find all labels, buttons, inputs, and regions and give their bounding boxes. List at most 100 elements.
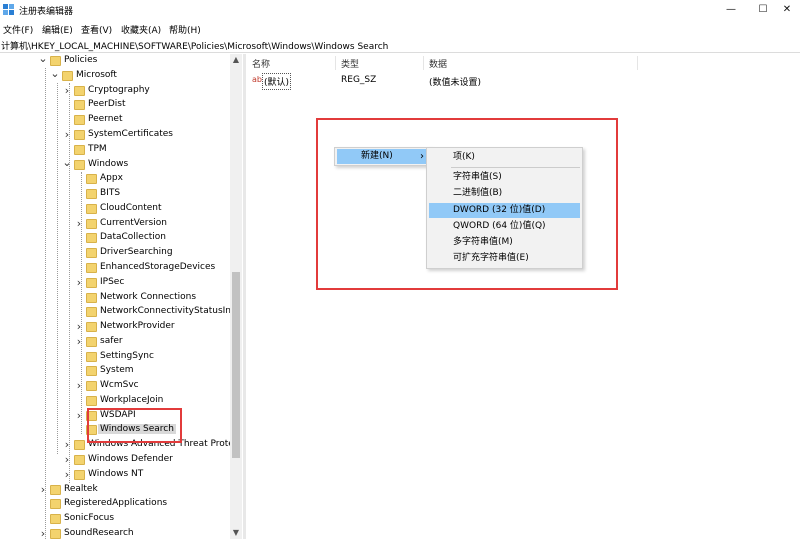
chevron-right-icon[interactable]: › (62, 453, 72, 467)
tree-item-bits[interactable]: BITS (0, 187, 230, 202)
tree-item-label: Windows Defender (88, 454, 173, 464)
tree-item-windows-nt[interactable]: › Windows NT (0, 468, 230, 483)
tree-item-sonicfocus[interactable]: SonicFocus (0, 512, 230, 527)
menu-bar: 文件(F) 编辑(E) 查看(V) 收藏夹(A) 帮助(H) (0, 21, 800, 37)
tree-item-cloudcontent[interactable]: CloudContent (0, 202, 230, 217)
tree-item-label: NetworkProvider (100, 321, 175, 331)
chevron-down-icon[interactable]: ⌄ (62, 157, 72, 168)
scroll-down-arrow-icon[interactable]: ▼ (230, 527, 242, 539)
value-data: (数值未设置) (429, 78, 482, 88)
tree-item-appx[interactable]: Appx (0, 172, 230, 187)
tree-item-label: EnhancedStorageDevices (100, 262, 216, 272)
tree-item-wcmsvc[interactable]: › WcmSvc (0, 379, 230, 394)
column-header-name[interactable]: 名称 (252, 57, 270, 70)
minimize-button[interactable]: — (716, 2, 746, 18)
registry-tree: ⌄ Policies ⌄ Microsoft › Cryptography Pe… (0, 54, 243, 539)
submenu-dword-value[interactable]: DWORD (32 位)值(D) (429, 203, 580, 218)
chevron-right-icon[interactable]: › (62, 128, 72, 142)
tree-item-settingsync[interactable]: SettingSync (0, 350, 230, 365)
tree-item-networkconnectivitystatusindicator[interactable]: NetworkConnectivityStatusIndi (0, 305, 230, 320)
tree-item-ipsec[interactable]: › IPSec (0, 276, 230, 291)
chevron-right-icon: › (420, 151, 424, 162)
chevron-right-icon[interactable]: › (74, 320, 84, 334)
scroll-up-arrow-icon[interactable]: ▲ (230, 54, 242, 66)
submenu-multi-string-value[interactable]: 多字符串值(M) (429, 235, 580, 250)
column-divider[interactable] (335, 56, 336, 70)
submenu-expandable-string-value[interactable]: 可扩充字符串值(E) (429, 251, 580, 266)
chevron-right-icon[interactable]: › (74, 409, 84, 423)
column-divider[interactable] (423, 56, 424, 70)
chevron-right-icon[interactable]: › (74, 276, 84, 290)
chevron-right-icon[interactable]: › (62, 84, 72, 98)
folder-icon (50, 485, 61, 495)
tree-item-datacollection[interactable]: DataCollection (0, 231, 230, 246)
submenu-binary-value-label: 二进制值(B) (453, 188, 503, 198)
column-divider[interactable] (637, 56, 638, 70)
chevron-right-icon[interactable]: › (62, 468, 72, 482)
value-name-default[interactable]: (默认) (262, 73, 292, 90)
tree-item-workplacejoin[interactable]: WorkplaceJoin (0, 394, 230, 409)
chevron-right-icon[interactable]: › (38, 527, 48, 539)
tree-item-networkprovider[interactable]: › NetworkProvider (0, 320, 230, 335)
address-path: 计算机\HKEY_LOCAL_MACHINE\SOFTWARE\Policies… (1, 42, 389, 52)
folder-icon (74, 145, 85, 155)
chevron-down-icon[interactable]: ⌄ (38, 54, 48, 64)
context-menu: 新建(N) › (334, 147, 432, 166)
tree-item-label: Peernet (88, 114, 123, 124)
chevron-right-icon[interactable]: › (38, 483, 48, 497)
menu-help[interactable]: 帮助(H) (169, 23, 201, 36)
folder-icon (74, 115, 85, 125)
tree-item-label: Windows NT (88, 469, 144, 479)
tree-item-label: Policies (64, 55, 98, 65)
address-bar[interactable]: 计算机\HKEY_LOCAL_MACHINE\SOFTWARE\Policies… (0, 38, 800, 53)
submenu-binary-value[interactable]: 二进制值(B) (429, 186, 580, 201)
tree-item-network-connections[interactable]: Network Connections (0, 291, 230, 306)
context-menu-new-label: 新建(N) (361, 151, 393, 161)
submenu-key[interactable]: 项(K) (429, 150, 580, 165)
tree-item-cryptography[interactable]: › Cryptography (0, 84, 230, 99)
tree-item-windows[interactable]: ⌄ Windows (0, 157, 230, 173)
folder-icon (86, 381, 97, 391)
tree-item-microsoft[interactable]: ⌄ Microsoft (0, 68, 230, 84)
scroll-thumb[interactable] (232, 272, 240, 458)
context-menu-new[interactable]: 新建(N) › (337, 149, 429, 164)
tree-item-windows-defender[interactable]: › Windows Defender (0, 453, 230, 468)
menu-file[interactable]: 文件(F) (3, 23, 33, 36)
folder-icon (86, 366, 97, 376)
menu-view[interactable]: 查看(V) (81, 23, 112, 36)
tree-item-peernet[interactable]: Peernet (0, 113, 230, 128)
menu-edit[interactable]: 编辑(E) (42, 23, 73, 36)
tree-item-label: WcmSvc (100, 380, 139, 390)
tree-scrollbar[interactable]: ▲ ▼ (230, 54, 242, 539)
submenu-qword-value-label: QWORD (64 位)值(Q) (453, 221, 546, 231)
tree-item-systemcertificates[interactable]: › SystemCertificates (0, 128, 230, 143)
tree-item-label: TPM (88, 144, 107, 154)
folder-icon (74, 440, 85, 450)
submenu-string-value[interactable]: 字符串值(S) (429, 170, 580, 185)
tree-item-realtek[interactable]: › Realtek (0, 483, 230, 498)
tree-item-tpm[interactable]: TPM (0, 143, 230, 158)
column-header-type[interactable]: 类型 (341, 57, 359, 70)
submenu-qword-value[interactable]: QWORD (64 位)值(Q) (429, 219, 580, 234)
tree-item-label: Appx (100, 173, 123, 183)
tree-item-label: RegisteredApplications (64, 498, 168, 508)
folder-icon (74, 455, 85, 465)
chevron-right-icon[interactable]: › (74, 335, 84, 349)
tree-item-safer[interactable]: › safer (0, 335, 230, 350)
tree-item-system[interactable]: System (0, 364, 230, 379)
close-button[interactable]: ✕ (772, 2, 800, 18)
column-header-data[interactable]: 数据 (429, 57, 447, 70)
tree-item-peerdist[interactable]: PeerDist (0, 98, 230, 113)
folder-icon (62, 71, 73, 81)
chevron-right-icon[interactable]: › (74, 217, 84, 231)
chevron-down-icon[interactable]: ⌄ (50, 68, 60, 79)
tree-item-currentversion[interactable]: › CurrentVersion (0, 217, 230, 232)
tree-item-enhancedstoragedevices[interactable]: EnhancedStorageDevices (0, 261, 230, 276)
chevron-right-icon[interactable]: › (74, 379, 84, 393)
chevron-right-icon[interactable]: › (62, 438, 72, 452)
tree-item-registeredapplications[interactable]: RegisteredApplications (0, 497, 230, 512)
tree-item-driversearching[interactable]: DriverSearching (0, 246, 230, 261)
menu-favorites[interactable]: 收藏夹(A) (121, 23, 161, 36)
tree-item-policies[interactable]: ⌄ Policies (0, 54, 230, 69)
tree-item-soundresearch[interactable]: › SoundResearch (0, 527, 230, 539)
